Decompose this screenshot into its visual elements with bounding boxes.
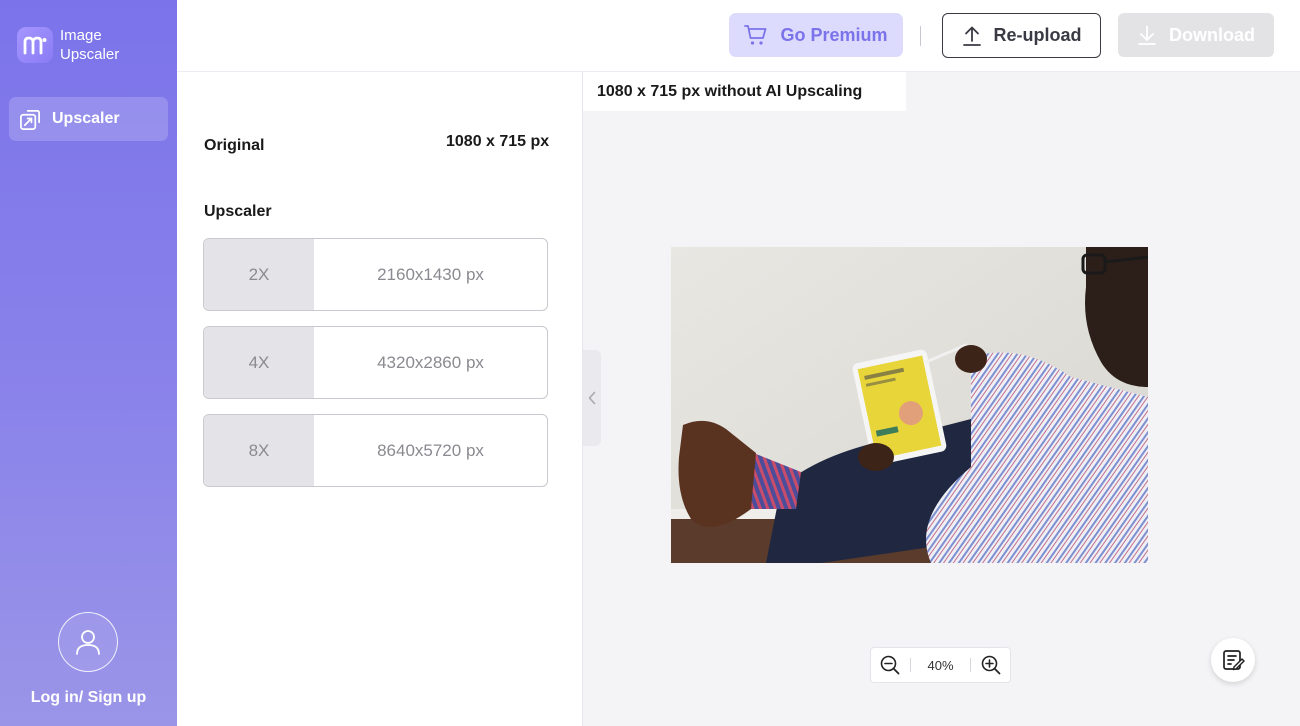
- upscaler-section-label: Upscaler: [204, 203, 272, 220]
- original-size-value: 1080 x 715 px: [446, 133, 550, 150]
- original-label: Original: [204, 137, 265, 154]
- collapse-panel-handle[interactable]: [583, 350, 601, 446]
- cart-icon: [744, 24, 780, 46]
- option-resolution: 2160x1430 px: [377, 264, 484, 284]
- login-signup-link[interactable]: Log in/ Sign up: [0, 689, 177, 707]
- feedback-icon: [1221, 648, 1245, 672]
- upload-icon: [962, 25, 994, 47]
- preview-image: [671, 247, 1148, 563]
- zoom-level: 40%: [927, 657, 954, 673]
- zoom-out-icon[interactable]: [879, 654, 901, 676]
- upscale-option-2x[interactable]: 2X 2160x1430 px: [203, 238, 548, 311]
- upscale-icon: [19, 108, 42, 131]
- reupload-button[interactable]: Re-upload: [942, 13, 1101, 58]
- avatar-button[interactable]: [58, 612, 118, 672]
- zoom-control: 40%: [870, 647, 1011, 683]
- preview-caption: 1080 x 715 px without AI Upscaling: [583, 72, 906, 111]
- download-button[interactable]: Download: [1118, 13, 1274, 57]
- preview-area: 1080 x 715 px without AI Upscaling 40%: [583, 72, 1300, 726]
- brand-name-line2: Upscaler: [60, 46, 120, 63]
- upscale-option-8x[interactable]: 8X 8640x5720 px: [203, 414, 548, 487]
- brand: Image Upscaler: [17, 26, 119, 64]
- reupload-label: Re-upload: [993, 25, 1082, 45]
- brand-name-line1: Image: [60, 27, 102, 44]
- sidebar: Image Upscaler Upscaler Log in/ Sign up: [0, 0, 177, 726]
- download-icon: [1137, 24, 1169, 46]
- sidebar-item-label: Upscaler: [52, 110, 120, 127]
- option-resolution: 8640x5720 px: [377, 440, 484, 460]
- user-icon: [74, 627, 102, 657]
- option-scale: 8X: [204, 415, 314, 486]
- chevron-left-icon: [588, 391, 596, 405]
- feedback-button[interactable]: [1211, 638, 1255, 682]
- option-scale: 2X: [204, 239, 314, 310]
- zoom-in-icon[interactable]: [980, 654, 1002, 676]
- sidebar-item-upscaler[interactable]: Upscaler: [9, 97, 168, 141]
- option-scale: 4X: [204, 327, 314, 398]
- option-resolution: 4320x2860 px: [377, 352, 484, 372]
- zoom-separator: [910, 658, 912, 672]
- go-premium-button[interactable]: Go Premium: [729, 13, 903, 57]
- zoom-separator: [969, 658, 971, 672]
- settings-panel: Original 1080 x 715 px Upscaler 2X 2160x…: [177, 72, 583, 726]
- go-premium-label: Go Premium: [780, 24, 888, 45]
- brand-name: Image Upscaler: [60, 26, 119, 64]
- download-label: Download: [1169, 24, 1255, 45]
- toolbar-divider: [920, 26, 921, 46]
- upscale-option-4x[interactable]: 4X 4320x2860 px: [203, 326, 548, 399]
- brand-logo-icon: [17, 27, 53, 63]
- top-toolbar: Go Premium Re-upload Download: [177, 0, 1300, 72]
